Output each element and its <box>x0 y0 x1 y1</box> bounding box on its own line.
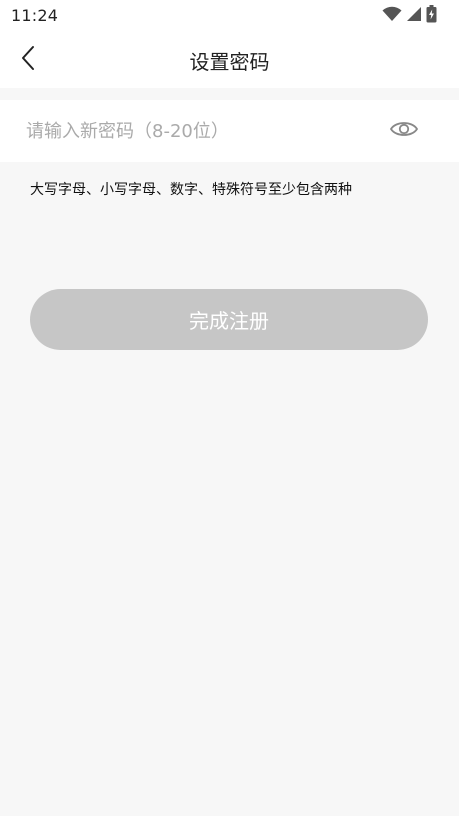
nav-bar: 设置密码 <box>0 32 459 88</box>
status-bar: 11:24 <box>0 0 459 32</box>
wifi-icon <box>382 6 402 26</box>
cellular-signal-icon <box>406 6 422 26</box>
battery-charging-icon <box>426 5 437 27</box>
page-title: 设置密码 <box>189 50 270 74</box>
eye-icon <box>389 118 419 144</box>
toggle-password-visibility-button[interactable] <box>387 117 421 145</box>
status-time: 11:24 <box>11 6 59 25</box>
new-password-input[interactable] <box>26 114 366 148</box>
status-icons <box>382 5 437 27</box>
password-input-row <box>0 100 459 162</box>
password-rule-hint: 大写字母、小写字母、数字、特殊符号至少包含两种 <box>30 182 352 198</box>
complete-registration-button[interactable]: 完成注册 <box>30 289 428 350</box>
